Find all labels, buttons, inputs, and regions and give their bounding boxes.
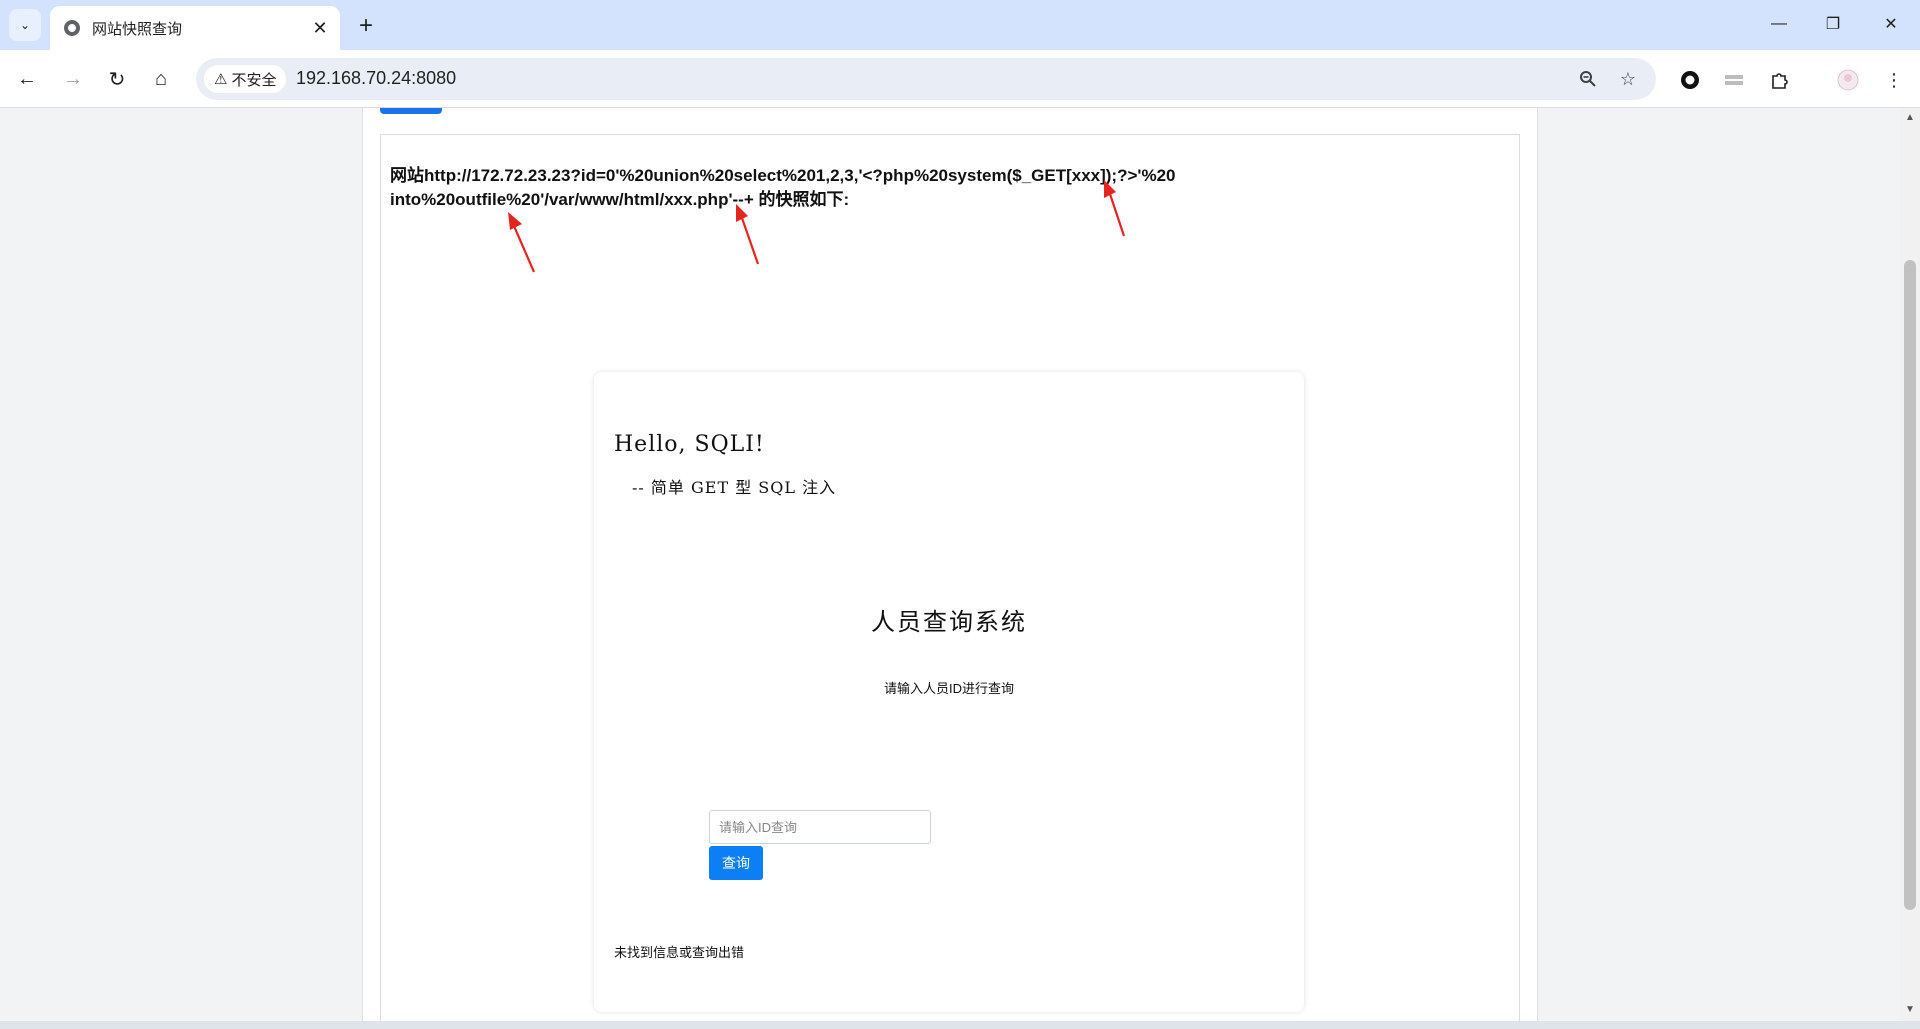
annotation-arrow-2 <box>736 204 760 265</box>
window-close-icon[interactable]: ✕ <box>1868 6 1914 42</box>
scroll-up-icon[interactable]: ▲ <box>1904 112 1916 124</box>
hello-heading: Hello, SQLI! <box>614 432 765 457</box>
tab-search-chevron-icon[interactable]: ⌄ <box>9 9 41 41</box>
snapshot-heading: 网站http://172.72.23.23?id=0'%20union%20se… <box>390 166 1176 209</box>
menu-dots-icon[interactable]: ⋮ <box>1882 68 1906 92</box>
scrollbar-thumb[interactable] <box>1904 260 1916 910</box>
new-tab-button[interactable]: + <box>352 12 380 40</box>
page-viewport: 网站http://172.72.23.23?id=0'%20union%20se… <box>0 108 1920 1021</box>
extension-bars-icon[interactable] <box>1722 68 1746 92</box>
profile-avatar[interactable] <box>1836 68 1860 92</box>
tab-title: 网站快照查询 <box>92 20 183 38</box>
forward-icon[interactable]: → <box>58 64 88 94</box>
bottom-edge-bar <box>0 1021 1920 1029</box>
globe-icon <box>64 20 80 36</box>
scroll-down-icon[interactable]: ▼ <box>1904 1004 1916 1016</box>
zoom-icon[interactable] <box>1576 67 1600 91</box>
annotation-arrow-3 <box>1104 180 1126 237</box>
query-button[interactable]: 查询 <box>709 846 763 880</box>
tab-close-icon[interactable]: ✕ <box>308 16 332 40</box>
result-message: 未找到信息或查询出错 <box>614 945 745 960</box>
minimize-icon[interactable]: — <box>1756 6 1802 42</box>
reload-icon[interactable]: ↻ <box>102 64 132 94</box>
bookmark-star-icon[interactable]: ☆ <box>1616 67 1640 91</box>
extension-circle-icon[interactable] <box>1678 68 1702 92</box>
snapshot-card: Hello, SQLI! -- 简单 GET 型 SQL 注入 人员查询系统 请… <box>594 372 1304 1012</box>
top-button-edge[interactable] <box>380 108 442 114</box>
tab-strip: ⌄ 网站快照查询 ✕ + — ❐ ✕ <box>0 0 1920 50</box>
annotation-arrow-1 <box>508 212 536 273</box>
system-title: 人员查询系统 <box>871 608 1027 636</box>
home-icon[interactable]: ⌂ <box>146 64 176 94</box>
id-search-input[interactable] <box>709 810 931 844</box>
url-text[interactable]: 192.168.70.24:8080 <box>296 68 456 89</box>
restore-icon[interactable]: ❐ <box>1810 6 1856 42</box>
tab-active[interactable]: 网站快照查询 ✕ <box>50 6 340 50</box>
address-bar[interactable]: ⚠ 不安全 192.168.70.24:8080 ☆ <box>196 58 1656 100</box>
security-label: 不安全 <box>231 71 277 89</box>
subtitle: -- 简单 GET 型 SQL 注入 <box>632 478 837 497</box>
page-scrollbar[interactable]: ▲ ▼ <box>1900 108 1920 1021</box>
extensions-puzzle-icon[interactable] <box>1768 68 1792 92</box>
security-chip[interactable]: ⚠ 不安全 <box>204 65 287 93</box>
back-icon[interactable]: ← <box>12 64 42 94</box>
warning-icon: ⚠ <box>214 71 228 88</box>
query-hint: 请输入人员ID进行查询 <box>883 681 1014 696</box>
browser-toolbar: ← → ↻ ⌂ ⚠ 不安全 192.168.70.24:8080 ☆ ⋮ <box>0 50 1920 108</box>
